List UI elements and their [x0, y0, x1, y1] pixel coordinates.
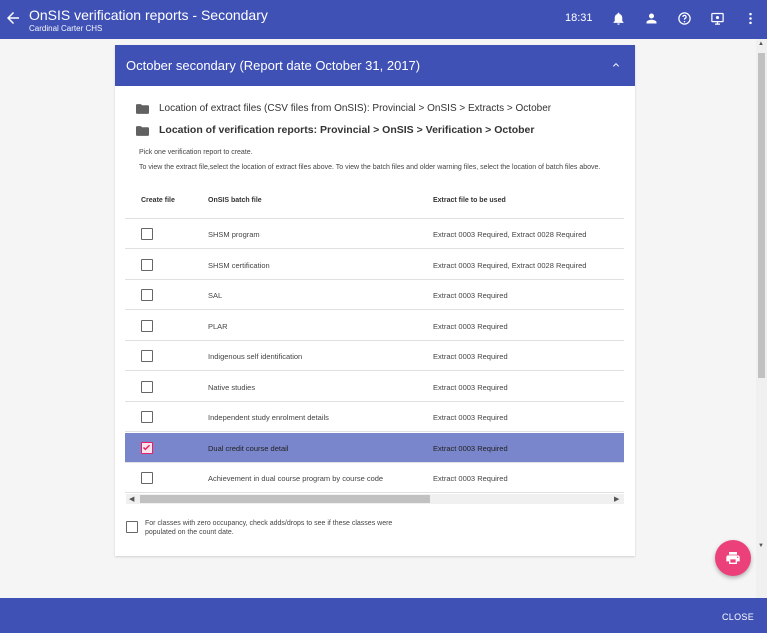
extract-file-required: Extract 0003 Required [433, 413, 508, 422]
scroll-left-icon[interactable]: ◀ [129, 495, 134, 503]
table-row[interactable]: Independent study enrolment details Extra… [125, 402, 624, 432]
app-subtitle: Cardinal Carter CHS [29, 24, 103, 33]
card-title: October secondary (Report date October 3… [126, 58, 421, 73]
app-bar: OnSIS verification reports - Secondary C… [0, 0, 767, 39]
create-file-checkbox[interactable] [141, 228, 153, 240]
verification-location-text: Location of verification reports: Provin… [159, 124, 535, 136]
zero-occupancy-label: For classes with zero occupancy, check a… [145, 520, 393, 536]
extract-file-required: Extract 0003 Required [433, 443, 508, 453]
col-header-create-file: Create file [141, 197, 175, 204]
table-row[interactable]: Achievement in dual course program by co… [125, 463, 624, 493]
card-header[interactable]: October secondary (Report date October 3… [115, 45, 635, 86]
bottom-bar: CLOSE [0, 598, 767, 633]
table-header: Create file OnSIS batch file Extract fil… [125, 191, 624, 219]
chevron-up-icon[interactable] [610, 59, 622, 71]
extract-file-required: Extract 0003 Required [433, 321, 508, 331]
col-header-extract-file: Extract file to be used [433, 197, 506, 204]
folder-icon [136, 104, 149, 114]
create-file-checkbox[interactable] [141, 472, 153, 484]
person-icon[interactable] [644, 11, 659, 26]
create-file-checkbox[interactable] [141, 380, 153, 393]
close-button[interactable]: CLOSE [722, 612, 754, 622]
col-header-batch-file: OnSIS batch file [208, 197, 262, 204]
batch-file-name: Independent study enrolment details [208, 413, 329, 422]
table-row[interactable]: Dual credit course detail Extract 0003 Re… [125, 432, 624, 463]
batch-file-name: SHSM certification [208, 260, 270, 270]
folder-icon [136, 126, 149, 136]
clock: 18:31 [565, 12, 593, 24]
extract-file-required: Extract 0003 Required [433, 291, 508, 300]
print-button[interactable] [715, 540, 751, 576]
extract-file-required: Extract 0003 Required [433, 474, 508, 483]
extract-file-required: Extract 0003 Required, Extract 0028 Requ… [433, 230, 587, 239]
create-file-checkbox[interactable] [141, 350, 153, 362]
check-icon [142, 444, 151, 450]
zero-occupancy-checkbox[interactable] [126, 521, 138, 533]
create-file-checkbox[interactable] [141, 258, 153, 271]
table-row[interactable]: Native studies Extract 0003 Required [125, 372, 624, 402]
batch-file-name: Indigenous self identification [208, 352, 303, 361]
view-note: To view the extract file,select the loca… [139, 164, 601, 171]
batch-file-name: Dual credit course detail [208, 443, 289, 453]
more-vert-icon[interactable] [743, 11, 758, 26]
extract-file-required: Extract 0003 Required [433, 382, 508, 392]
horizontal-scroll-thumb[interactable] [140, 495, 430, 503]
table-row[interactable]: Indigenous self identification Extract 00… [125, 341, 624, 371]
report-card: October secondary (Report date October 3… [115, 45, 635, 556]
scroll-up-icon[interactable]: ▲ [758, 41, 764, 47]
vertical-scroll-thumb[interactable] [758, 53, 765, 378]
help-circle-icon[interactable] [677, 11, 692, 26]
batch-file-name: Achievement in dual course program by co… [208, 474, 384, 483]
vertical-scrollbar[interactable]: ▲ ▼ [756, 39, 767, 598]
extract-file-required: Extract 0003 Required [433, 352, 508, 361]
extract-file-required: Extract 0003 Required, Extract 0028 Requ… [433, 260, 587, 270]
bell-icon[interactable] [611, 11, 626, 26]
extract-location-text: Location of extract files (CSV files fro… [159, 103, 552, 114]
scroll-down-icon[interactable]: ▼ [758, 543, 764, 549]
batch-file-name: SAL [208, 291, 223, 300]
create-file-checkbox[interactable] [141, 289, 153, 301]
pick-note: Pick one verification report to create. [139, 149, 253, 156]
batch-file-table: Create file OnSIS batch file Extract fil… [125, 191, 624, 504]
table-row[interactable]: SHSM program Extract 0003 Required, Extra… [125, 219, 624, 249]
scroll-right-icon[interactable]: ▶ [614, 495, 619, 503]
batch-file-name: PLAR [208, 321, 228, 331]
table-row[interactable]: PLAR Extract 0003 Required [125, 311, 624, 341]
horizontal-scrollbar[interactable]: ◀ ▶ [126, 494, 624, 504]
table-row[interactable]: SAL Extract 0003 Required [125, 280, 624, 310]
create-file-checkbox[interactable] [141, 441, 153, 454]
create-file-checkbox[interactable] [141, 411, 153, 423]
monitor-settings-icon[interactable] [710, 11, 725, 26]
zero-occupancy-option[interactable]: For classes with zero occupancy, check a… [126, 519, 426, 539]
batch-file-name: Native studies [208, 382, 256, 392]
batch-file-name: SHSM program [208, 230, 260, 239]
print-icon [726, 552, 740, 564]
arrow-left-icon[interactable] [4, 9, 22, 27]
table-row[interactable]: SHSM certification Extract 0003 Required,… [125, 250, 624, 280]
create-file-checkbox[interactable] [141, 319, 153, 332]
app-title: OnSIS verification reports - Secondary [29, 7, 268, 23]
